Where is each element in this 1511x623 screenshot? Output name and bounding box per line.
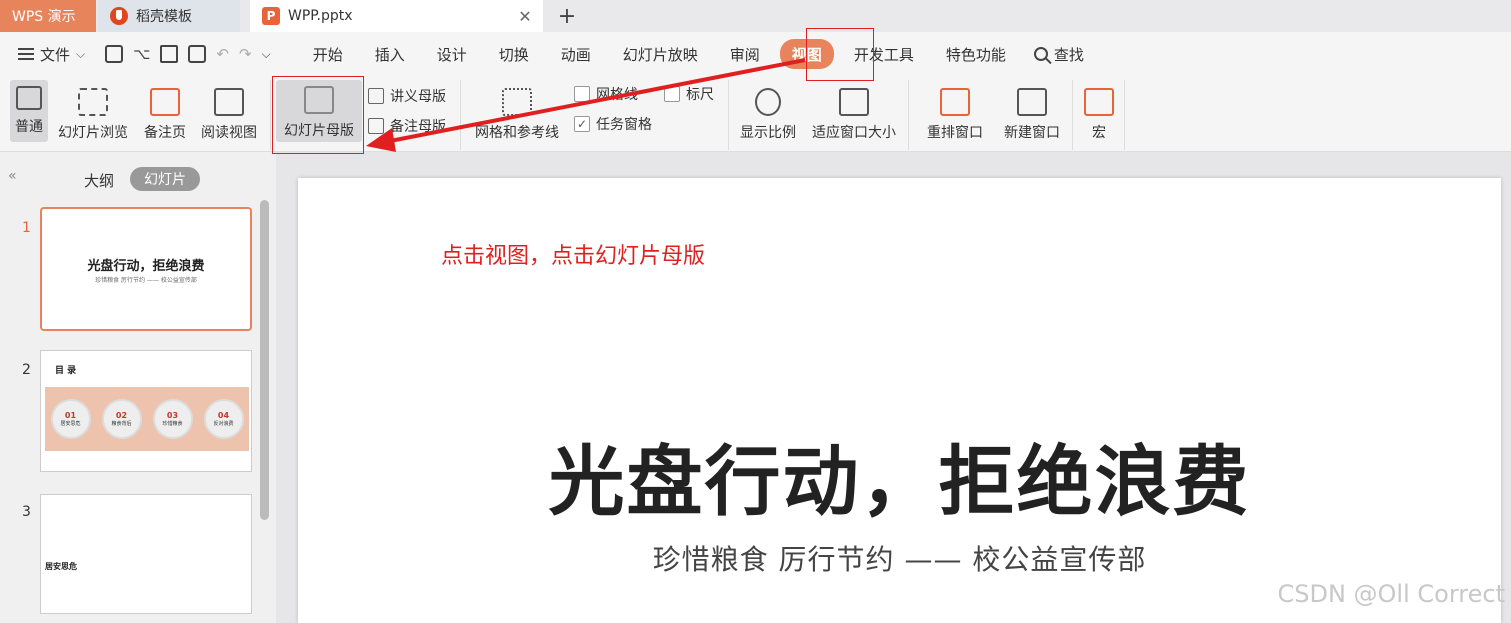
arrow-head [366,128,396,152]
annotation-arrow [366,58,806,152]
arrow-line [384,58,806,144]
